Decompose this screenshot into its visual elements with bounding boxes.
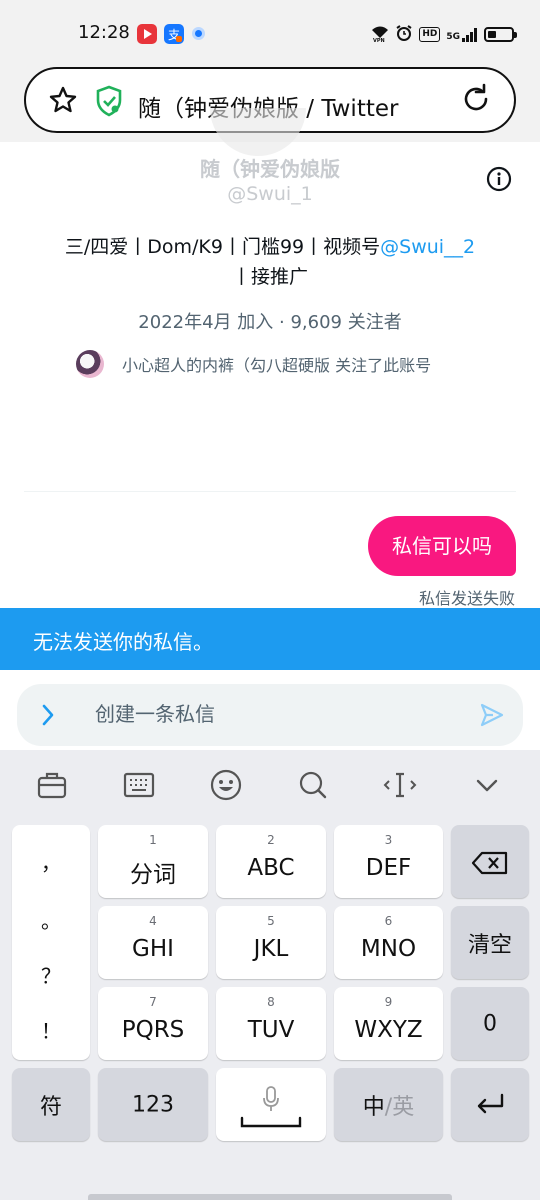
clear-key-label: 清空 — [467, 932, 512, 958]
microphone-icon — [262, 1086, 280, 1116]
cursor-move-icon[interactable] — [383, 768, 417, 802]
clear-key[interactable]: 清空 — [451, 906, 529, 979]
space-key[interactable] — [216, 1068, 326, 1141]
key-6-number: 6 — [384, 914, 393, 928]
zero-key[interactable]: 0 — [451, 987, 529, 1060]
message-bubble[interactable]: 私信可以吗 — [368, 516, 516, 576]
key-9-number: 9 — [384, 995, 393, 1009]
followed-by-row[interactable]: 小心超人的内裤（勾八超硬版 关注了此账号 — [76, 350, 431, 378]
profile-meta: 2022年4月 加入 · 9,609 关注者 — [138, 312, 402, 333]
star-icon[interactable] — [48, 85, 78, 119]
svg-text:VPN: VPN — [373, 38, 385, 42]
composer — [17, 684, 523, 746]
alarm-icon — [395, 24, 413, 45]
key-1[interactable]: 1 分词 — [98, 825, 208, 898]
followed-by-text: 小心超人的内裤（勾八超硬版 关注了此账号 — [122, 356, 432, 375]
network-type-label: 5G — [446, 31, 460, 42]
language-toggle-label: 中/英 — [334, 1089, 443, 1121]
zero-key-label: 0 — [483, 1011, 497, 1036]
key-6-label: MNO — [360, 936, 417, 962]
enter-icon — [475, 1092, 505, 1120]
key-9-label: WXYZ — [354, 1017, 423, 1043]
backspace-icon — [471, 851, 509, 879]
reload-icon[interactable] — [460, 83, 492, 119]
key-3[interactable]: 3 DEF — [334, 825, 443, 898]
info-icon[interactable] — [486, 166, 512, 192]
keyboard: ， 。 ？ ！ 1 分词 2 ABC 3 DEF 4 GHI 5 JKL 6 M… — [0, 750, 540, 1200]
key-4[interactable]: 4 GHI — [98, 906, 208, 979]
key-7[interactable]: 7 PQRS — [98, 987, 208, 1060]
composer-area — [0, 670, 540, 750]
send-icon[interactable] — [479, 702, 505, 732]
error-banner: 无法发送你的私信。 — [0, 608, 540, 670]
profile-avatar[interactable] — [210, 108, 306, 156]
language-toggle-key[interactable]: 中/英 — [334, 1068, 443, 1141]
comma-key[interactable]: ， — [12, 847, 90, 876]
hd-badge: HD — [419, 27, 441, 42]
key-7-number: 7 — [149, 995, 157, 1009]
key-1-label: 分词 — [130, 862, 176, 888]
emoji-icon[interactable] — [209, 768, 243, 802]
search-icon[interactable] — [296, 768, 330, 802]
punctuation-key[interactable]: ， 。 ？ ！ — [12, 825, 90, 1060]
profile-handle: @Swui_1 — [227, 183, 313, 205]
keyboard-layout-icon[interactable] — [122, 768, 156, 802]
key-9[interactable]: 9 WXYZ — [334, 987, 443, 1060]
divider — [24, 491, 516, 492]
key-3-number: 3 — [384, 833, 393, 847]
key-8[interactable]: 8 TUV — [216, 987, 326, 1060]
key-2-number: 2 — [267, 833, 275, 847]
battery-fill — [488, 31, 496, 38]
backspace-key[interactable] — [451, 825, 529, 898]
key-7-label: PQRS — [121, 1017, 185, 1043]
symbol-key-label: 符 — [39, 1094, 62, 1120]
key-5-number: 5 — [267, 914, 275, 928]
video-app-icon — [137, 24, 157, 44]
space-bar-icon — [240, 1115, 302, 1134]
payment-app-icon: 支 — [164, 24, 184, 44]
error-text: 无法发送你的私信。 — [33, 630, 213, 654]
key-1-number: 1 — [149, 833, 157, 847]
key-6[interactable]: 6 MNO — [334, 906, 443, 979]
key-4-label: GHI — [132, 936, 174, 962]
signal-icon: 5G — [446, 27, 478, 42]
key-5-label: JKL — [253, 936, 289, 962]
vpn-icon: VPN — [371, 24, 389, 45]
key-8-number: 8 — [267, 995, 275, 1009]
enter-key[interactable] — [451, 1068, 529, 1141]
notification-dot-icon — [192, 27, 205, 40]
status-time: 12:28 — [78, 22, 130, 43]
home-indicator[interactable] — [88, 1194, 452, 1200]
key-2-label: ABC — [247, 855, 295, 881]
follower-avatar — [76, 350, 104, 378]
toolbox-icon[interactable] — [35, 768, 69, 802]
status-bar: 12:28 支 VPN HD 5G — [0, 0, 540, 62]
lang-primary: 中 — [362, 1094, 385, 1120]
bio-link[interactable]: @Swui__2 — [380, 236, 475, 258]
period-key[interactable]: 。 — [12, 905, 90, 934]
chevron-right-icon[interactable] — [39, 703, 57, 731]
key-2[interactable]: 2 ABC — [216, 825, 326, 898]
status-icons: VPN HD 5G — [371, 24, 517, 45]
number-mode-key[interactable]: 123 — [98, 1068, 208, 1141]
battery-icon — [484, 27, 517, 42]
shield-check-icon[interactable] — [94, 85, 124, 121]
chevron-down-icon[interactable] — [470, 768, 504, 802]
lang-secondary: /英 — [384, 1094, 415, 1120]
key-5[interactable]: 5 JKL — [216, 906, 326, 979]
exclamation-key[interactable]: ！ — [12, 1015, 90, 1044]
number-mode-label: 123 — [132, 1092, 174, 1117]
key-3-label: DEF — [365, 855, 412, 881]
message-status: 私信发送失败 — [418, 589, 515, 608]
profile-bio: 三/四爱丨Dom/K9丨门槛99丨视频号@Swui__2 丨接推广 — [30, 232, 510, 292]
question-key[interactable]: ？ — [12, 960, 90, 989]
bio-text-2: 丨接推广 — [231, 266, 308, 288]
key-8-label: TUV — [247, 1017, 295, 1043]
message-input[interactable] — [95, 702, 455, 726]
profile-name: 随（钟爱伪娘版 — [200, 157, 340, 181]
bio-text: 三/四爱丨Dom/K9丨门槛99丨视频号 — [64, 236, 381, 258]
symbol-key[interactable]: 符 — [12, 1068, 90, 1141]
key-4-number: 4 — [149, 914, 157, 928]
